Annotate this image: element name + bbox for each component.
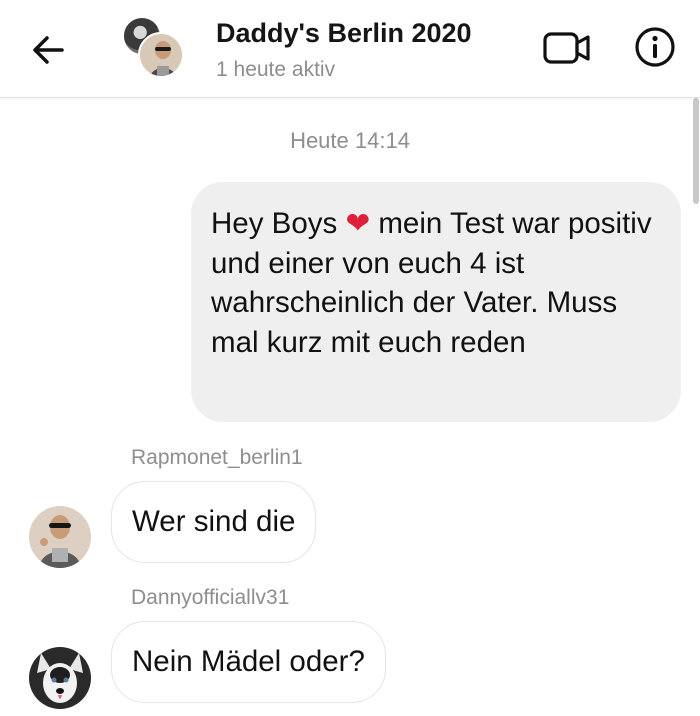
chat-screen: Daddy's Berlin 2020 1 heute aktiv Heute … — [0, 0, 700, 716]
outgoing-message-bubble[interactable]: Hey Boys ❤ mein Test war positiv und ein… — [191, 182, 681, 422]
incoming-message-bubble[interactable]: Nein Mädel oder? — [111, 621, 386, 703]
chat-header: Daddy's Berlin 2020 1 heute aktiv — [0, 0, 700, 98]
sender-name: Dannyofficiallv31 — [131, 586, 290, 609]
info-icon[interactable] — [634, 26, 676, 68]
group-avatar-primary — [138, 32, 184, 78]
heart-emoji-icon: ❤ — [345, 207, 371, 240]
back-arrow-icon[interactable] — [28, 30, 68, 70]
video-call-icon[interactable] — [541, 28, 593, 68]
message-timestamp: Heute 14:14 — [290, 128, 410, 153]
group-avatar[interactable] — [122, 16, 186, 80]
chat-title: Daddy's Berlin 2020 — [216, 18, 472, 48]
message-text-part: Hey Boys — [211, 207, 346, 240]
sender-name: Rapmonet_berlin1 — [131, 446, 303, 469]
sender-avatar[interactable] — [29, 647, 91, 709]
sender-avatar[interactable] — [29, 506, 91, 568]
scrollbar[interactable] — [692, 98, 700, 716]
chat-status: 1 heute aktiv — [216, 58, 336, 81]
incoming-message-bubble[interactable]: Wer sind die — [111, 481, 317, 563]
